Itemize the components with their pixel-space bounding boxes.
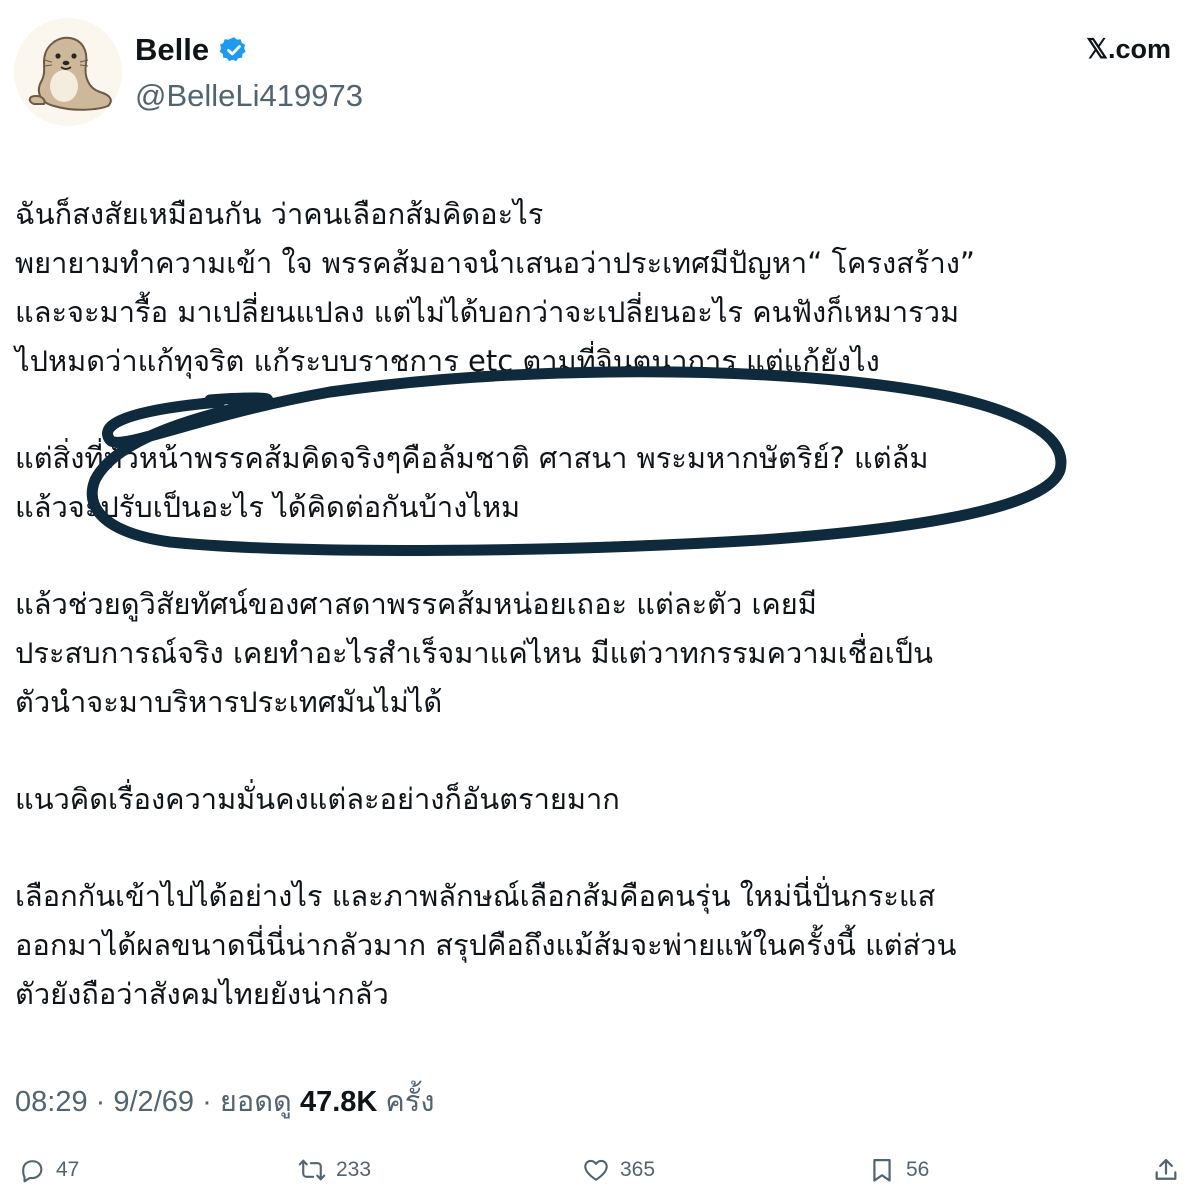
repost-button[interactable]: 233 [298,1148,371,1192]
tweet-text-line: แล้วจะปรับเป็นอะไร ได้คิดต่อกันบ้างไหม [15,490,521,524]
views-unit: ครั้ง [385,1086,435,1118]
repost-count: 233 [336,1158,372,1181]
share-icon [1155,1158,1177,1180]
name-row: Belle [135,30,249,70]
like-button[interactable]: 365 [582,1148,655,1192]
display-name[interactable]: Belle [135,30,209,70]
bookmark-button[interactable]: 56 [868,1148,929,1192]
tweet-text-line: พยายามทำความเข้า ใจ พรรคส้มอาจนำเสนอว่าป… [15,246,975,280]
tweet-text-line: ประสบการณ์จริง เคยทำอะไรสำเร็จมาแค่ไหน ม… [15,636,933,670]
bookmark-count: 56 [906,1158,930,1181]
tweet-text-line: ไปหมดว่าแก้ทุจริต แก้ระบบราชการ etc ตามท… [15,344,880,378]
verified-badge-icon [219,37,246,62]
bookmark-icon [873,1158,891,1182]
action-bar: 47 233 365 56 [0,1148,1199,1192]
tweet-paragraph: แนวคิดเรื่องความมั่นคงแต่ละอย่างก็อันตรา… [15,775,1185,824]
tweet-text-line: แล้วช่วยดูวิสัยทัศน์ของศาสดาพรรคส้มหน่อย… [15,587,817,621]
tweet-meta: 08:29 · 9/2/69 · ยอดดู 47.8K ครั้ง [15,1080,435,1124]
tweet-text-line: ฉันก็สงสัยเหมือนกัน ว่าคนเลือกส้มคิดอะไร [15,197,544,231]
tweet-paragraph: เลือกกันเข้าไปได้อย่างไร และภาพลักษณ์เลื… [15,872,1185,1019]
tweet-text-line: แต่สิ่งที่หัวหน้าพรรคส้มคิดจริงๆคือล้มชา… [15,441,929,475]
share-button[interactable] [1152,1148,1180,1192]
avatar[interactable] [14,18,122,126]
user-handle[interactable]: @BelleLi419973 [135,76,363,116]
tweet-text-line: ตัวนำจะมาบริหารประเทศมันไม่ได้ [15,685,443,719]
tweet-text-line: และจะมารื้อ มาเปลี่ยนแปลง แต่ไม่ได้บอกว่… [15,295,960,329]
views-count[interactable]: 47.8K [300,1086,377,1118]
site-label: 𝕏.com [1086,34,1171,64]
reply-button[interactable]: 47 [18,1148,79,1192]
meta-separator: · [95,1086,106,1118]
repost-icon [298,1159,326,1181]
heart-icon [584,1159,608,1181]
meta-separator: · [202,1086,212,1118]
reply-icon [22,1160,43,1183]
views-label: ยอดดู [219,1086,292,1118]
tweet-paragraph: แล้วช่วยดูวิสัยทัศน์ของศาสดาพรรคส้มหน่อย… [15,580,1185,727]
tweet-text-line: ออกมาได้ผลขนาดนี่นี่น่ากลัวมาก สรุปคือถึ… [15,928,957,962]
reply-count: 47 [56,1158,80,1181]
like-count: 365 [620,1158,656,1181]
tweet-text-line: แนวคิดเรื่องความมั่นคงแต่ละอย่างก็อันตรา… [15,782,620,816]
tweet-paragraph: แต่สิ่งที่หัวหน้าพรรคส้มคิดจริงๆคือล้มชา… [15,434,1185,532]
tweet-time[interactable]: 08:29 [15,1086,88,1118]
tweet-text-line: เลือกกันเข้าไปได้อย่างไร และภาพลักษณ์เลื… [15,879,936,913]
tweet-text: ฉันก็สงสัยเหมือนกัน ว่าคนเลือกส้มคิดอะไร… [15,190,1185,1067]
tweet-paragraph: ฉันก็สงสัยเหมือนกัน ว่าคนเลือกส้มคิดอะไร… [15,190,1185,386]
tweet-text-line: ตัวยังถือว่าสังคมไทยยังน่ากลัว [15,977,389,1011]
seal-icon [14,18,122,126]
tweet-date[interactable]: 9/2/69 [113,1086,194,1118]
tweet-header: Belle @BelleLi419973 𝕏.com [0,0,1199,140]
